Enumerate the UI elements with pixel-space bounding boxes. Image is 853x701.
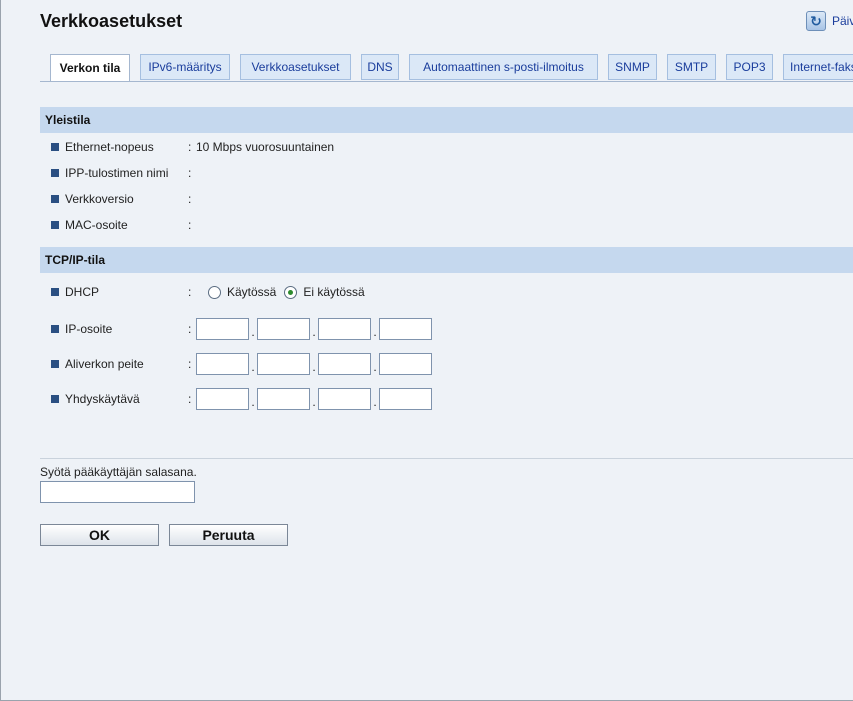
row-label: Yhdyskäytävä — [65, 392, 140, 406]
dhcp-disabled-radio[interactable] — [284, 285, 298, 299]
bullet-icon — [51, 143, 59, 151]
tab-internet-faksi[interactable]: Internet-faksi — [783, 54, 853, 80]
ip-octet-4-input[interactable] — [379, 318, 432, 340]
colon: : — [188, 140, 192, 154]
row-gateway: Yhdyskäytävä : . . . — [51, 388, 432, 410]
ip-octet-2-input[interactable] — [257, 318, 310, 340]
row-label: IPP-tulostimen nimi — [65, 166, 169, 180]
cancel-button[interactable]: Peruuta — [169, 524, 288, 546]
bullet-icon — [51, 195, 59, 203]
gateway-octet-2-input[interactable] — [257, 388, 310, 410]
ok-button[interactable]: OK — [40, 524, 159, 546]
dot: . — [251, 360, 255, 374]
colon: : — [188, 322, 192, 336]
tab-smtp[interactable]: SMTP — [667, 54, 716, 80]
subnet-octet-2-input[interactable] — [257, 353, 310, 375]
subnet-mask-fields: . . . — [196, 353, 432, 375]
bullet-icon — [51, 288, 59, 296]
divider — [40, 458, 853, 459]
refresh-icon: ↻ — [806, 11, 826, 31]
ip-address-fields: . . . — [196, 318, 432, 340]
row-label: DHCP — [65, 285, 100, 299]
tab-verkon-tila[interactable]: Verkon tila — [50, 54, 130, 81]
bullet-icon — [51, 325, 59, 333]
tab-snmp[interactable]: SNMP — [608, 54, 657, 80]
tab-label: Verkon tila — [59, 61, 121, 75]
password-prompt: Syötä pääkäyttäjän salasana. — [40, 465, 197, 479]
bullet-icon — [51, 221, 59, 229]
tab-ipv6-maaritys[interactable]: IPv6-määritys — [140, 54, 230, 80]
admin-password-input[interactable] — [40, 481, 195, 503]
gateway-octet-1-input[interactable] — [196, 388, 249, 410]
row-ethernet-speed: Ethernet-nopeus : 10 Mbps vuorosuuntaine… — [51, 139, 334, 155]
dot: . — [312, 360, 316, 374]
refresh-button[interactable]: ↻ Päivitä — [806, 11, 853, 31]
row-subnet-mask: Aliverkon peite : . . . — [51, 353, 432, 375]
row-value: 10 Mbps vuorosuuntainen — [196, 140, 335, 154]
tab-automaattinen-sposti[interactable]: Automaattinen s-posti-ilmoitus — [409, 54, 598, 80]
dhcp-radio-group: Käytössä Ei käytössä — [208, 285, 373, 299]
page-title: Verkkoasetukset — [40, 11, 183, 31]
dhcp-enabled-radio[interactable] — [208, 285, 221, 299]
ip-octet-1-input[interactable] — [196, 318, 249, 340]
colon: : — [188, 392, 192, 406]
tab-label: DNS — [367, 60, 393, 74]
dot: . — [251, 325, 255, 339]
section-general-header: Yleistila — [40, 107, 853, 133]
row-label: Ethernet-nopeus — [65, 140, 154, 154]
tab-dns[interactable]: DNS — [361, 54, 399, 80]
tab-verkkoasetukset[interactable]: Verkkoasetukset — [240, 54, 351, 80]
colon: : — [188, 357, 192, 371]
dot: . — [312, 395, 316, 409]
tab-label: IPv6-määritys — [148, 60, 222, 74]
refresh-label: Päivitä — [832, 14, 853, 28]
row-label: Aliverkon peite — [65, 357, 144, 371]
dot: . — [312, 325, 316, 339]
subnet-octet-4-input[interactable] — [379, 353, 432, 375]
dhcp-enabled-label[interactable]: Käytössä — [227, 285, 276, 299]
tab-label: SMTP — [674, 60, 709, 74]
subnet-octet-3-input[interactable] — [318, 353, 371, 375]
ip-octet-3-input[interactable] — [318, 318, 371, 340]
colon: : — [188, 192, 192, 206]
row-ip-address: IP-osoite : . . . — [51, 318, 432, 340]
tab-label: Internet-faksi — [790, 60, 853, 74]
bullet-icon — [51, 395, 59, 403]
tab-label: POP3 — [733, 60, 766, 74]
tab-pop3[interactable]: POP3 — [726, 54, 773, 80]
bullet-icon — [51, 360, 59, 368]
dot: . — [251, 395, 255, 409]
dot: . — [373, 325, 377, 339]
dot: . — [373, 360, 377, 374]
gateway-octet-3-input[interactable] — [318, 388, 371, 410]
row-network-version: Verkkoversio : — [51, 191, 196, 207]
colon: : — [188, 218, 192, 232]
colon: : — [188, 285, 192, 299]
row-label: Verkkoversio — [65, 192, 134, 206]
row-ipp-printer-name: IPP-tulostimen nimi : — [51, 165, 196, 181]
gateway-octet-4-input[interactable] — [379, 388, 432, 410]
row-label: MAC-osoite — [65, 218, 128, 232]
dot: . — [373, 395, 377, 409]
subnet-octet-1-input[interactable] — [196, 353, 249, 375]
row-mac-address: MAC-osoite : — [51, 217, 196, 233]
colon: : — [188, 166, 192, 180]
bullet-icon — [51, 169, 59, 177]
tab-label: Automaattinen s-posti-ilmoitus — [423, 60, 584, 74]
row-label: IP-osoite — [65, 322, 113, 336]
section-tcpip-header: TCP/IP-tila — [40, 247, 853, 273]
tab-bar: Verkon tila IPv6-määritys Verkkoasetukse… — [40, 54, 853, 82]
tab-label: SNMP — [615, 60, 650, 74]
tab-label: Verkkoasetukset — [251, 60, 340, 74]
gateway-fields: . . . — [196, 388, 432, 410]
dhcp-disabled-label[interactable]: Ei käytössä — [303, 285, 364, 299]
row-dhcp: DHCP : Käytössä Ei käytössä — [51, 284, 373, 300]
